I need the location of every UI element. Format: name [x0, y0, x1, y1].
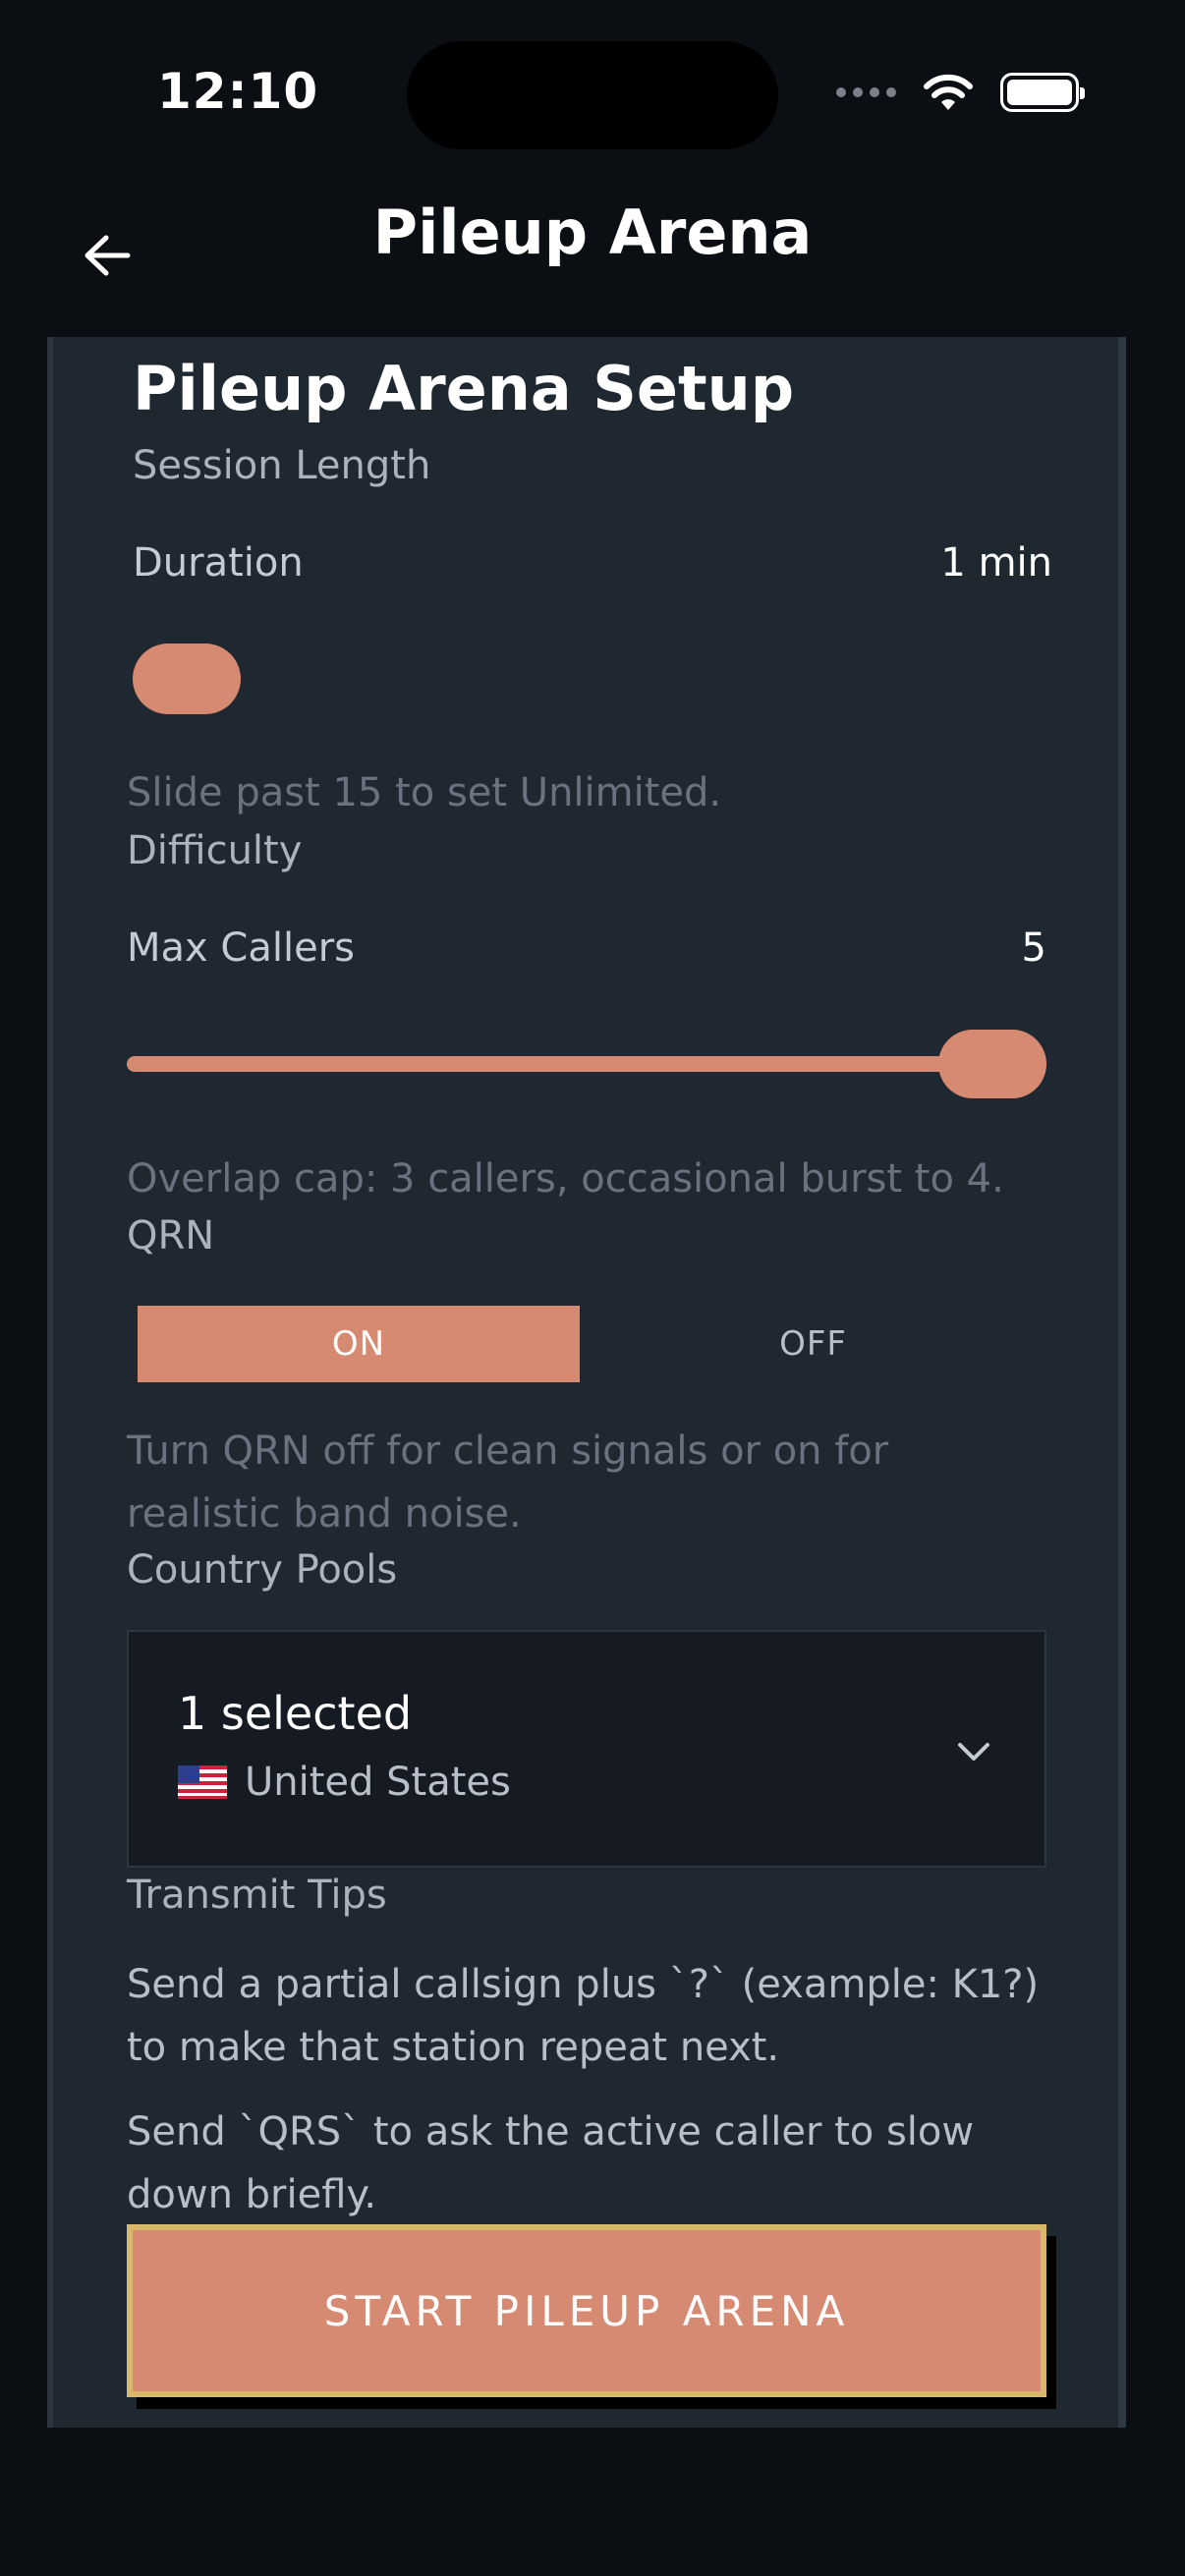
chevron-down-icon — [958, 1743, 989, 1761]
country-pools-count: 1 selected — [178, 1687, 413, 1740]
qrn-on-button[interactable]: ON — [138, 1306, 580, 1382]
max-callers-slider-thumb[interactable] — [938, 1030, 1046, 1098]
duration-hint: Slide past 15 to set Unlimited. — [127, 770, 722, 815]
screen: 12:10 Pileup Arena Pileup Arena Setup Se… — [0, 0, 1185, 2576]
country-pools-section: Country Pools — [127, 1547, 398, 1593]
difficulty-section: Difficulty — [127, 828, 303, 873]
country-pools-dropdown[interactable]: 1 selected United States — [127, 1630, 1046, 1868]
max-callers-label: Max Callers — [127, 925, 355, 971]
country-pools-selection: United States — [178, 1760, 511, 1805]
transmit-tips-section: Transmit Tips — [127, 1873, 387, 1918]
max-callers-row: Max Callers 5 — [127, 925, 1046, 971]
max-callers-slider-track[interactable] — [127, 1056, 1046, 1072]
max-callers-hint: Overlap cap: 3 callers, occasional burst… — [127, 1156, 1004, 1202]
max-callers-value: 5 — [1021, 925, 1046, 971]
qrn-hint: Turn QRN off for clean signals or on for… — [127, 1428, 889, 1537]
qrn-section: QRN — [127, 1213, 215, 1259]
form-column: Slide past 15 to set Unlimited. Difficul… — [127, 0, 1046, 2576]
us-flag-icon — [178, 1765, 227, 1799]
transmit-tip-2: Send `QRS` to ask the active caller to s… — [127, 2109, 975, 2217]
country-name: United States — [245, 1760, 511, 1805]
start-pileup-arena-button[interactable]: START PILEUP ARENA — [127, 2224, 1046, 2397]
transmit-tip-1: Send a partial callsign plus `?` (exampl… — [127, 1962, 1040, 2070]
qrn-off-button[interactable]: OFF — [580, 1306, 1046, 1382]
